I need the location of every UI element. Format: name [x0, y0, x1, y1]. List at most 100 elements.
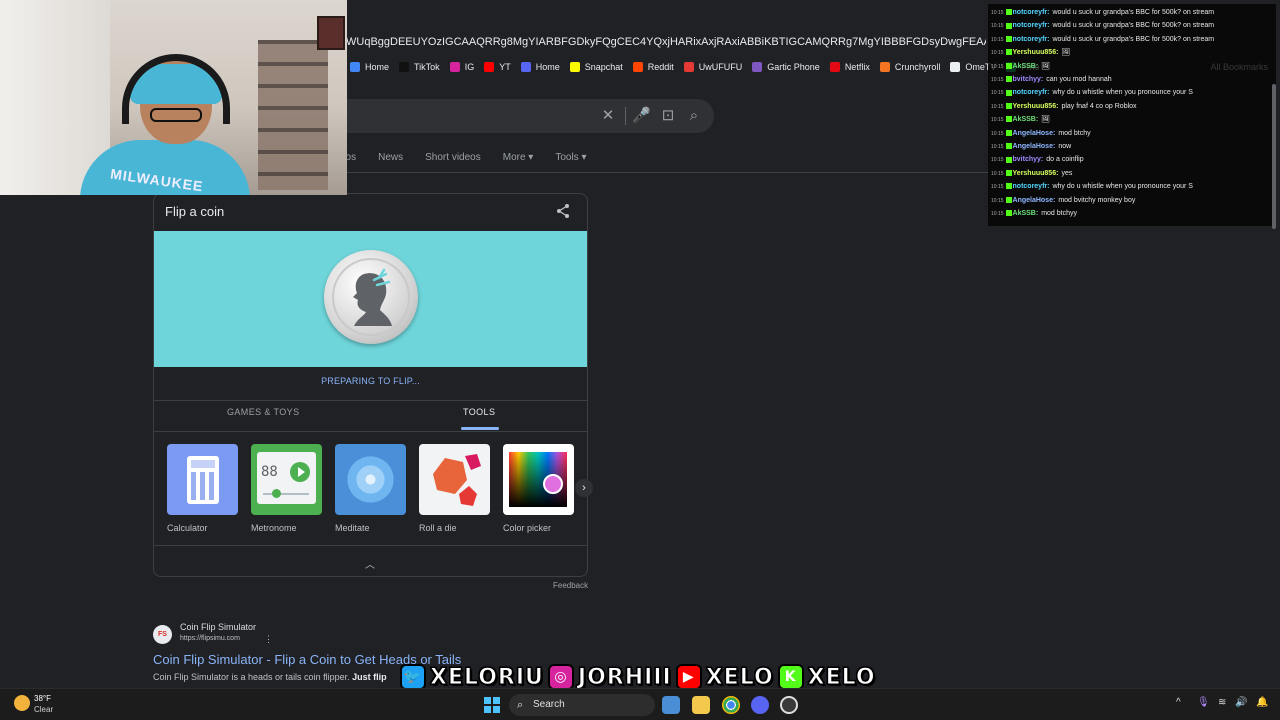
search-bar[interactable]: ✕ 🎤 ⊡ ⌕	[330, 99, 714, 133]
search-icon[interactable]: ⌕	[685, 107, 703, 125]
kick-badge-icon	[1005, 76, 1012, 83]
stream-chat: 10:15 notcoreyfr: would u suck ur grandpa'…	[988, 4, 1276, 229]
bookmark-item[interactable]: Home	[350, 62, 389, 72]
home-icon	[350, 62, 360, 72]
chat-timestamp: 10:15	[991, 130, 1004, 137]
tool-meditate[interactable]: Meditate	[335, 444, 407, 533]
tool-calculator[interactable]: Calculator	[167, 444, 239, 533]
lens-icon[interactable]: ⊡	[659, 107, 677, 125]
bookmark-label: Netflix	[844, 62, 870, 72]
bookmark-item[interactable]: Home	[520, 62, 560, 72]
search-tab[interactable]: Short videos	[425, 152, 481, 163]
file-explorer-icon[interactable]	[692, 696, 710, 714]
bookmark-item[interactable]: Gartic Phone	[752, 62, 820, 72]
microphone-icon[interactable]: 🎙	[1197, 697, 1210, 708]
bookmark-item[interactable]: UwUFUFU	[683, 62, 742, 72]
chat-username[interactable]: Yershuuu856:	[1013, 170, 1059, 177]
chat-message: 10:15 notcoreyfr: would u suck ur grandpa'…	[991, 19, 1214, 32]
chat-username[interactable]: Yershuuu856:	[1013, 103, 1059, 110]
divider	[625, 107, 626, 125]
bookmark-item[interactable]: Reddit	[632, 62, 674, 72]
more-options-icon[interactable]: ⋮	[264, 634, 273, 645]
bookmark-item[interactable]: Snapchat	[569, 62, 623, 72]
address-bar[interactable]: WUqBggDEEUYOzIGCAAQRRg8MgYIARBFGDkyFQgCE…	[346, 30, 986, 54]
chat-username[interactable]: bvitchyy:	[1013, 76, 1044, 83]
chat-message: 10:15 AkSSB: 🖼	[991, 113, 1050, 126]
chat-username[interactable]: bvitchyy:	[1013, 156, 1044, 163]
coin-icon[interactable]	[324, 250, 418, 344]
chat-username[interactable]: notcoreyfr:	[1013, 89, 1050, 96]
clear-icon[interactable]: ✕	[599, 107, 617, 125]
bookmark-item[interactable]: Netflix	[829, 62, 870, 72]
metronome-value: 88	[261, 464, 278, 480]
show-hidden-icons-icon[interactable]: ^	[1176, 697, 1181, 708]
result-site-name[interactable]: Coin Flip Simulator	[180, 622, 256, 632]
search-tab[interactable]: More ▾	[503, 152, 534, 163]
chat-username[interactable]: AkSSB:	[1013, 116, 1039, 123]
coin-flip-card: Flip a coin PREPARING TO FLIP... GAMES &…	[153, 193, 593, 577]
task-view-icon[interactable]	[662, 696, 680, 714]
chat-scrollbar[interactable]	[1272, 84, 1276, 229]
taskbar-search[interactable]: ⌕ Search	[509, 694, 655, 716]
volume-icon[interactable]: 🔊	[1235, 697, 1247, 708]
feedback-link[interactable]: Feedback	[553, 581, 588, 590]
chat-username[interactable]: AngelaHose:	[1013, 130, 1056, 137]
chat-message: 10:15 notcoreyfr: why do u whistle when yo…	[991, 180, 1193, 193]
chat-username[interactable]: Yershuuu856:	[1013, 49, 1059, 56]
tool-label: Roll a die	[419, 523, 457, 533]
chat-text: do a coinflip	[1046, 156, 1084, 164]
chat-username[interactable]: AngelaHose:	[1013, 197, 1056, 204]
chat-username[interactable]: notcoreyfr:	[1013, 183, 1050, 190]
result-url[interactable]: https://flipsimu.com	[180, 635, 240, 642]
chat-message: 10:15 Yershuuu856: 🖼	[991, 46, 1070, 59]
chat-timestamp: 10:15	[991, 23, 1004, 30]
meditate-icon	[335, 444, 406, 515]
chat-message: 10:15 Yershuuu856: play fnaf 4 co op Roblo…	[991, 100, 1137, 113]
tab-tools[interactable]: TOOLS	[463, 407, 495, 417]
share-icon[interactable]	[555, 203, 571, 219]
search-tab[interactable]: Tools ▾	[555, 152, 586, 163]
tool-metronome[interactable]: 88 Metronome	[251, 444, 323, 533]
tool-roll-a-die[interactable]: Roll a die	[419, 444, 491, 533]
bookmark-item[interactable]: TikTok	[399, 62, 440, 72]
obs-icon[interactable]	[780, 696, 798, 714]
tool-color-picker[interactable]: Color picker	[503, 444, 575, 533]
coin-stage[interactable]	[154, 231, 587, 367]
social-handle: XELO	[705, 664, 774, 690]
bookmark-item[interactable]: Crunchyroll	[879, 62, 940, 72]
snippet-bold: Just flip	[352, 672, 387, 682]
chat-username[interactable]: AngelaHose:	[1013, 143, 1056, 150]
bookmark-item[interactable]: YT	[484, 62, 511, 72]
ometv-icon	[950, 62, 961, 72]
search-label: Search	[533, 699, 565, 710]
windows-start-icon[interactable]	[484, 697, 500, 713]
weather-temp[interactable]: 38°F	[34, 694, 51, 703]
chat-timestamp: 10:15	[991, 184, 1004, 191]
chat-username[interactable]: AkSSB:	[1013, 63, 1039, 70]
carousel-next-button[interactable]: ›	[575, 479, 593, 497]
chat-username[interactable]: notcoreyfr:	[1013, 22, 1050, 29]
tab-games-toys[interactable]: GAMES & TOYS	[227, 407, 300, 417]
chat-username[interactable]: notcoreyfr:	[1013, 36, 1050, 43]
bookmark-label: Gartic Phone	[767, 62, 820, 72]
search-icon: ⌕	[517, 699, 524, 711]
bookmark-label: Snapchat	[584, 62, 623, 72]
chat-timestamp: 10:15	[991, 117, 1004, 124]
discord-icon[interactable]	[751, 696, 769, 714]
search-tabs: eos News Short videos More ▾ Tools ▾	[340, 152, 608, 163]
kick-badge-icon	[1005, 143, 1012, 150]
divider	[154, 400, 587, 401]
wifi-icon[interactable]: ≋	[1218, 697, 1226, 708]
chat-username[interactable]: notcoreyfr:	[1013, 9, 1050, 16]
chat-timestamp: 10:15	[991, 63, 1004, 70]
notification-bell-icon[interactable]: 🔔	[1256, 697, 1268, 708]
chat-username[interactable]: AkSSB:	[1013, 210, 1039, 217]
collapse-chevron-icon[interactable]: ︿	[365, 556, 375, 571]
chat-timestamp: 10:15	[991, 50, 1004, 57]
bookmark-item[interactable]: IG	[449, 62, 474, 72]
weather-moon-icon[interactable]	[14, 695, 30, 711]
weather-desc[interactable]: Clear	[34, 705, 53, 714]
chrome-icon[interactable]	[722, 696, 740, 714]
search-tab[interactable]: News	[378, 152, 403, 163]
microphone-icon[interactable]: 🎤	[632, 107, 651, 125]
